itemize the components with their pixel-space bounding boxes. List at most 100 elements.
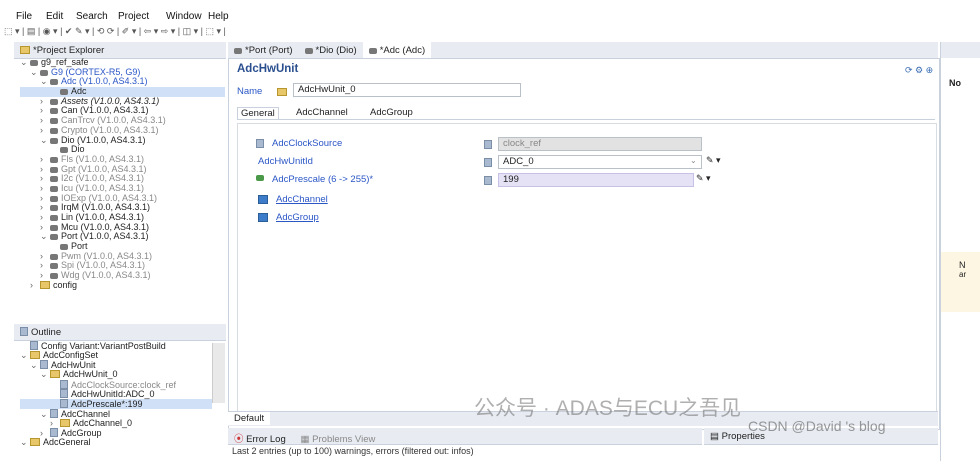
tab-problems-label: Problems View	[312, 434, 376, 445]
subtab-adcchannel[interactable]: AdcChannel	[293, 107, 351, 118]
error-log-icon: ⦿	[234, 434, 247, 445]
module-icon	[60, 89, 68, 96]
expand-icon[interactable]: ⌄	[40, 369, 50, 380]
outline-scrollbar[interactable]	[212, 343, 225, 403]
outline-item[interactable]: ⌄ AdcGeneral	[20, 437, 212, 448]
project-explorer-tree[interactable]: ⌄ g9_ref_safe ⌄ G9 (CORTEX-R5, G9) ⌄ Adc (V1.…	[20, 58, 225, 320]
collapse-icon[interactable]: ›	[40, 270, 50, 281]
pe-label: I2c (V1.0.0, AS4.3.1)	[61, 173, 145, 184]
outline-item[interactable]: AdcHwUnitId:ADC_0	[20, 389, 212, 399]
chevron-down-icon[interactable]: ⌄	[690, 156, 697, 165]
tab-editor-label: *Adc (Adc)	[379, 45, 426, 56]
menu-bar: File Edit Search Project Window Help	[0, 0, 980, 22]
collapse-icon[interactable]: ›	[50, 418, 60, 429]
pe-label: Port	[71, 241, 88, 252]
module-icon	[234, 48, 242, 54]
module-icon	[50, 234, 58, 241]
adcprescale-field[interactable]: 199	[498, 173, 694, 187]
outline-item[interactable]: AdcPrescale*:199	[20, 399, 212, 409]
document-icon	[60, 389, 68, 399]
tab-default[interactable]: Default	[228, 412, 271, 425]
expand-icon[interactable]: ⌄	[40, 135, 50, 146]
expand-icon[interactable]: ⌄	[30, 361, 40, 371]
pe-label: CanTrcv (V1.0.0, AS4.3.1)	[61, 115, 166, 126]
toolbar-glyphs[interactable]: ⬚ ▾ | ▤ | ◉ ▾ | ✔ ✎ ▾ | ⟲ ⟳ | ✐ ▾ | ⇦ ▾ …	[4, 26, 226, 37]
expand-icon[interactable]: ⌄	[30, 67, 40, 78]
expand-icon[interactable]: ⌄	[20, 350, 30, 361]
properties-icon: ▤	[710, 431, 722, 442]
module-icon	[50, 108, 58, 115]
module-icon	[304, 48, 313, 54]
menu-file[interactable]: File	[16, 11, 32, 22]
menu-edit[interactable]: Edit	[46, 11, 63, 22]
expand-icon[interactable]: ⌄	[40, 232, 50, 242]
problems-icon: ▦	[300, 434, 313, 445]
adcclocksource-field[interactable]: clock_ref	[498, 137, 702, 151]
editor-tabbar: *Port (Port) *Dio (Dio) *Adc (Adc)	[228, 42, 938, 59]
module-icon	[50, 79, 58, 86]
menu-search[interactable]: Search	[76, 11, 108, 22]
param-icon	[484, 140, 492, 149]
module-icon	[50, 166, 58, 173]
param-icon	[484, 176, 492, 185]
wrench-icon[interactable]: ✎ ▾	[696, 173, 711, 184]
module-icon	[50, 127, 58, 134]
right-panel-text-3: ar	[959, 270, 967, 279]
outline-item[interactable]: ⌄ AdcConfigSet	[20, 349, 212, 361]
document-icon	[60, 399, 68, 409]
outline-tree[interactable]: Config Variant:VariantPostBuild ⌄ AdcConfi…	[20, 341, 212, 459]
subtab-adcgroup[interactable]: AdcGroup	[367, 107, 416, 118]
outline-label: AdcConfigSet	[43, 349, 99, 360]
pe-item[interactable]: ⌄ Dio (V1.0.0, AS4.3.1)	[20, 135, 225, 146]
pe-item[interactable]: ⌄ Adc (V1.0.0, AS4.3.1)	[20, 77, 225, 87]
name-input[interactable]: AdcHwUnit_0	[293, 83, 521, 97]
menu-help[interactable]: Help	[208, 11, 229, 22]
editor-actions-icons[interactable]: ⟳ ⚙ ⊕	[905, 65, 933, 76]
expand-icon[interactable]: ⌄	[20, 58, 30, 68]
folder-icon	[20, 46, 30, 54]
module-icon	[50, 205, 58, 212]
outline-item[interactable]: ⌄ AdcHwUnit_0	[20, 369, 212, 380]
right-panel: No N ar	[940, 42, 980, 461]
menu-window[interactable]: Window	[166, 11, 202, 22]
menu-project[interactable]: Project	[118, 11, 149, 22]
document-icon	[40, 360, 48, 370]
module-icon	[60, 147, 68, 154]
toolbar[interactable]: ⬚ ▾ | ▤ | ◉ ▾ | ✔ ✎ ▾ | ⟲ ⟳ | ✐ ▾ | ⇦ ▾ …	[0, 24, 980, 40]
pe-item[interactable]: › config	[20, 280, 225, 291]
outline-item[interactable]: AdcClockSource:clock_ref	[20, 379, 212, 390]
adcchannel-link[interactable]: AdcChannel	[276, 194, 328, 205]
expand-icon[interactable]: ⌄	[20, 437, 30, 448]
tab-editor-1[interactable]: *Dio (Dio)	[299, 42, 363, 59]
outline-item[interactable]: › AdcChannel_0	[20, 418, 212, 429]
pe-item[interactable]: ⌄ Port (V1.0.0, AS4.3.1)	[20, 232, 225, 242]
expand-icon[interactable]: ⌄	[40, 409, 50, 420]
module-icon	[50, 263, 58, 270]
document-icon	[60, 379, 68, 389]
expand-icon[interactable]: ⌄	[40, 77, 50, 87]
collapse-icon[interactable]: ›	[30, 280, 40, 291]
tab-outline[interactable]: Outline	[14, 324, 67, 341]
param-icon	[256, 175, 264, 181]
tab-error-log[interactable]: ⦿ Error Log	[228, 428, 292, 448]
adcclocksource-label: AdcClockSource	[272, 138, 343, 149]
tab-editor-0[interactable]: *Port (Port)	[228, 42, 299, 59]
outline-label: AdcClockSource:clock_ref	[71, 379, 177, 390]
wrench-icon[interactable]: ✎ ▾	[706, 155, 721, 166]
module-icon	[50, 195, 58, 202]
adcprescale-label: AdcPrescale (6 -> 255)*	[272, 174, 374, 185]
tab-project-explorer[interactable]: *Project Explorer	[14, 42, 110, 59]
adcgroup-link[interactable]: AdcGroup	[276, 212, 319, 223]
module-icon	[50, 137, 58, 144]
module-icon	[50, 176, 58, 183]
tab-editor-2[interactable]: *Adc (Adc)	[362, 42, 432, 59]
module-icon	[50, 273, 58, 280]
pe-label: Icu (V1.0.0, AS4.3.1)	[61, 182, 145, 193]
right-panel-note: N ar	[941, 252, 980, 312]
pe-label: Gpt (V1.0.0, AS4.3.1)	[61, 163, 147, 174]
adchwunitid-select[interactable]: ADC_0	[498, 155, 702, 169]
subtab-general[interactable]: General	[237, 107, 279, 119]
pe-item[interactable]: › Wdg (V1.0.0, AS4.3.1)	[20, 270, 225, 281]
tab-error-log-label: Error Log	[246, 434, 286, 445]
module-icon	[50, 118, 58, 125]
